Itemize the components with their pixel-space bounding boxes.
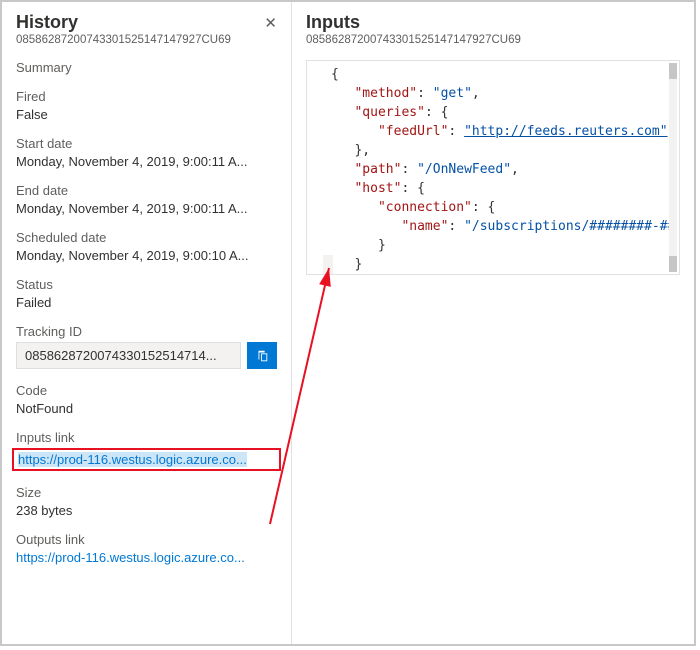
scheduled-date-value: Monday, November 4, 2019, 9:00:10 A... [16,248,277,263]
start-date-label: Start date [16,136,277,151]
status-label: Status [16,277,277,292]
copy-icon [255,349,269,363]
scrollbar-thumb[interactable] [669,256,677,272]
history-pane: History ✕ 08586287200743301525147147927C… [2,2,292,644]
close-icon[interactable]: ✕ [264,12,277,31]
end-date-value: Monday, November 4, 2019, 9:00:11 A... [16,201,277,216]
inputs-link-label: Inputs link [16,430,277,445]
code-label: Code [16,383,277,398]
scheduled-date-label: Scheduled date [16,230,277,245]
scrollbar-thumb[interactable] [669,63,677,79]
outputs-link-label: Outputs link [16,532,277,547]
inputs-title: Inputs [306,12,680,33]
summary-heading: Summary [16,60,277,75]
history-run-id: 08586287200743301525147147927CU69 [16,34,277,46]
size-value: 238 bytes [16,503,277,518]
fired-value: False [16,107,277,122]
code-value: NotFound [16,401,277,416]
tracking-id-value[interactable]: 0858628720074330152514714... [16,342,241,369]
cursor-line [323,255,333,274]
history-title: History [16,12,78,33]
fired-label: Fired [16,89,277,104]
copy-button[interactable] [247,342,277,369]
json-content: { "method": "get", "queries": { "feedUrl… [331,65,669,275]
inputs-link-highlight: https://prod-116.westus.logic.azure.co..… [12,448,281,471]
end-date-label: End date [16,183,277,198]
scrollbar-track[interactable] [669,63,677,272]
code-gutter [307,61,323,274]
tracking-id-label: Tracking ID [16,324,277,339]
start-date-value: Monday, November 4, 2019, 9:00:11 A... [16,154,277,169]
json-viewer[interactable]: { "method": "get", "queries": { "feedUrl… [306,60,680,275]
inputs-pane: Inputs 08586287200743301525147147927CU69… [292,2,694,644]
inputs-run-id: 08586287200743301525147147927CU69 [306,34,680,46]
status-value: Failed [16,295,277,310]
inputs-link[interactable]: https://prod-116.westus.logic.azure.co..… [18,452,247,467]
size-label: Size [16,485,277,500]
outputs-link[interactable]: https://prod-116.westus.logic.azure.co..… [16,550,277,565]
